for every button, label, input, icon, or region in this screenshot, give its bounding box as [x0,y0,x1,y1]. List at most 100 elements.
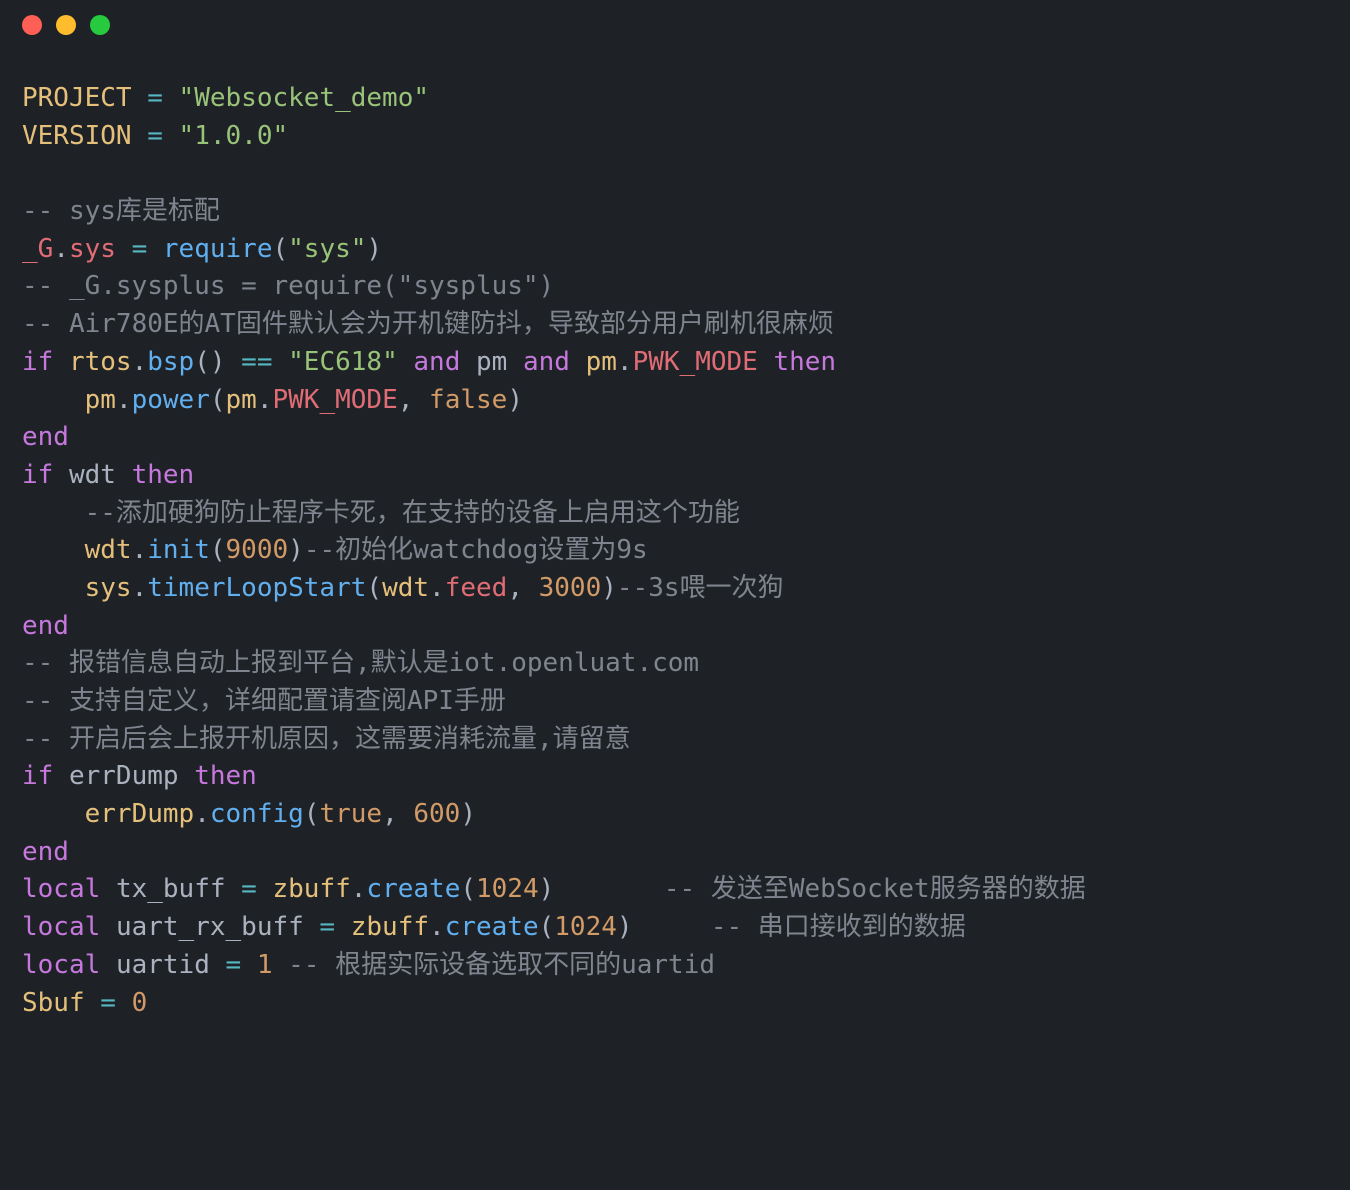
tok: VERSION [22,121,132,151]
tok: if [22,460,53,490]
tok: PWK_MODE [633,347,758,377]
tok: local [22,950,100,980]
tok: = [85,988,132,1018]
tok: ( [210,385,226,415]
indent [22,498,85,528]
pad [554,874,664,904]
tok: sys [69,234,116,264]
tok: if [22,761,53,791]
tok: if [22,347,53,377]
tok: bsp [147,347,194,377]
tok: . [429,912,445,942]
code-block[interactable]: PROJECT = "Websocket_demo" VERSION = "1.… [0,50,1350,1044]
tok: 1024 [476,874,539,904]
tok: errDump [69,761,179,791]
tok: . [257,385,273,415]
tok: "1.0.0" [179,121,289,151]
tok: end [22,422,69,452]
tok: timerLoopStart [147,573,366,603]
tok: == [226,347,289,377]
tok: pm [226,385,257,415]
tok: pm [85,385,116,415]
tok: feed [445,573,508,603]
tok: ( [460,874,476,904]
tok: create [366,874,460,904]
tok: . [351,874,367,904]
tok: then [116,460,194,490]
tok: wdt [382,573,429,603]
comment: -- 报错信息自动上报到平台,默认是iot.openluat.com [22,648,699,678]
tok: PROJECT [22,83,132,113]
tok: sys [85,573,132,603]
tok: uartid [116,950,210,980]
tok: 1 [257,950,273,980]
tok: PWK_MODE [273,385,398,415]
tok: ) [507,385,523,415]
tok: uart_rx_buff [116,912,304,942]
tok: _G [22,234,53,264]
tok: ( [304,799,320,829]
close-icon[interactable] [22,15,42,35]
comment: -- _G.sysplus = require("sysplus") [22,271,554,301]
tok: ( [366,573,382,603]
tok: false [429,385,507,415]
tok: true [319,799,382,829]
tok: local [22,912,100,942]
tok: end [22,611,69,641]
zoom-icon[interactable] [90,15,110,35]
comment: --添加硬狗防止程序卡死，在支持的设备上启用这个功能 [85,498,740,528]
tok: 9000 [226,535,289,565]
tok: end [22,837,69,867]
tok: ) [539,874,555,904]
tok: . [132,573,148,603]
minimize-icon[interactable] [56,15,76,35]
tok: , [382,799,413,829]
tok: pm [586,347,617,377]
indent [22,385,85,415]
tok: . [617,347,633,377]
tok: ( [539,912,555,942]
comment: -- Air780E的AT固件默认会为开机键防抖，导致部分用户刷机很麻烦 [22,309,834,339]
tok: tx_buff [116,874,226,904]
tok: local [22,874,100,904]
tok: "sys" [288,234,366,264]
tok: and [398,347,476,377]
tok: pm [476,347,507,377]
tok: "EC618" [288,347,398,377]
tok: 3000 [539,573,602,603]
tok: , [398,385,429,415]
pad [633,912,711,942]
tok: then [179,761,257,791]
tok: 600 [413,799,460,829]
tok: . [53,234,69,264]
tok: . [132,347,148,377]
tok: rtos [69,347,132,377]
tok: ) [460,799,476,829]
tok: and [507,347,585,377]
tok: = [304,912,351,942]
tok: ( [194,347,210,377]
comment: --初始化watchdog设置为9s [304,535,648,565]
comment: -- 发送至WebSocket服务器的数据 [664,874,1086,904]
comment: -- sys库是标配 [22,196,220,226]
tok: . [429,573,445,603]
tok: ( [210,535,226,565]
comment: -- 开启后会上报开机原因，这需要消耗流量,请留意 [22,724,631,754]
indent [22,799,85,829]
tok: = [226,874,273,904]
tok: 1024 [554,912,617,942]
tok: require [163,234,273,264]
comment: -- 支持自定义，详细配置请查阅API手册 [22,686,506,716]
comment: -- 根据实际设备选取不同的uartid [272,950,715,980]
tok: ) [601,573,617,603]
tok: then [758,347,836,377]
tok: = [210,950,257,980]
tok: 0 [132,988,148,1018]
tok: ) [288,535,304,565]
tok: . [132,535,148,565]
tok: config [210,799,304,829]
tok: zbuff [351,912,429,942]
tok: ( [272,234,288,264]
tok: ) [210,347,226,377]
tok: = [132,83,179,113]
